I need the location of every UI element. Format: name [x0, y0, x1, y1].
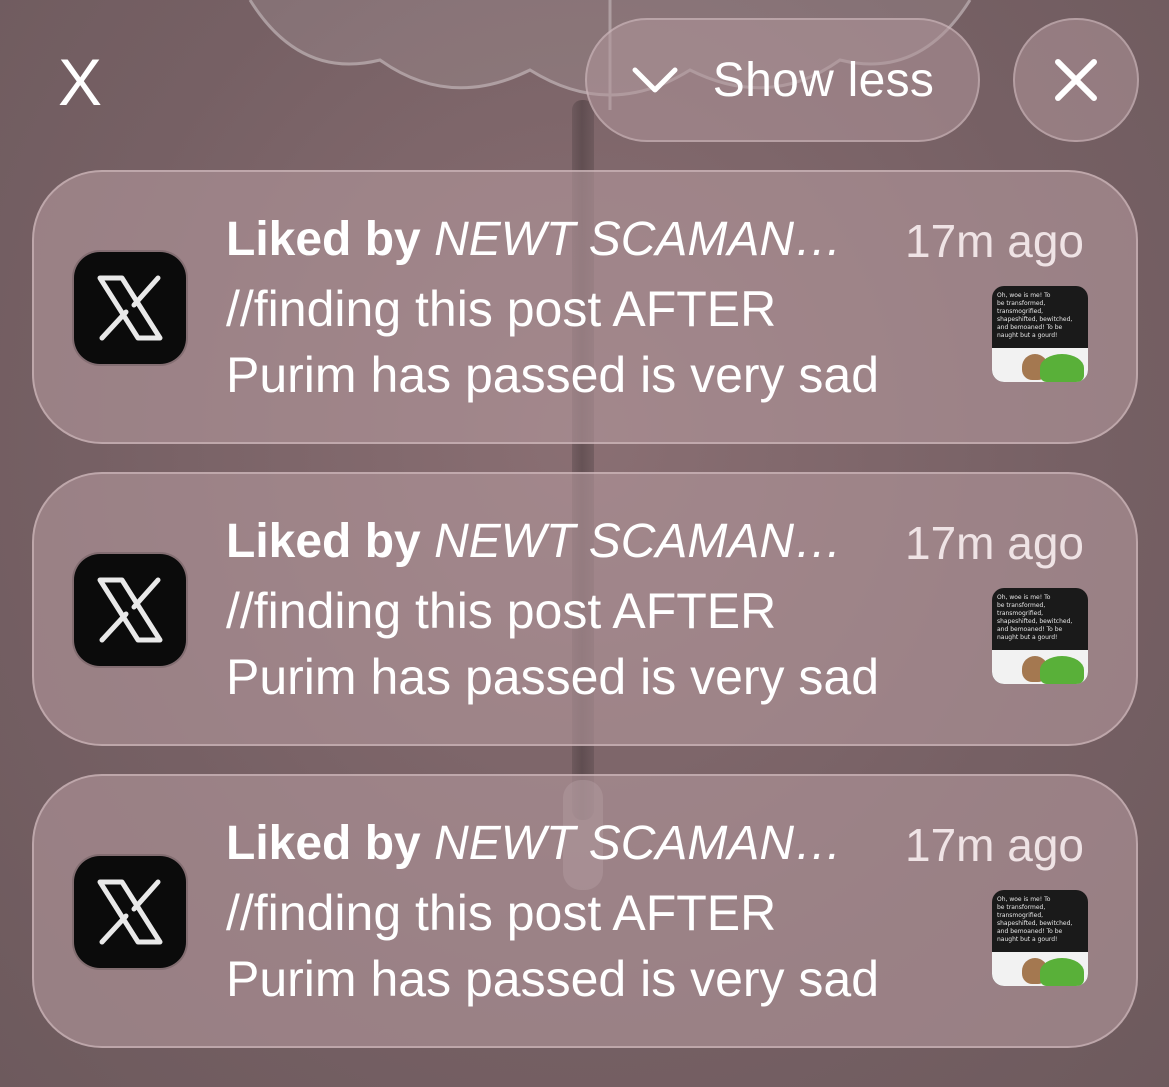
notification-body-line: Purim has passed is very sad: [226, 347, 880, 403]
close-icon: [1055, 59, 1097, 101]
notification-title: Liked by NEWT SCAMAN…: [226, 510, 886, 574]
notification-timestamp: 17m ago: [904, 517, 1084, 569]
notification-title: Liked by NEWT SCAMAN…: [226, 208, 886, 272]
x-logo-icon: [74, 856, 186, 968]
clear-notifications-button[interactable]: [1013, 18, 1139, 142]
thumbnail-text-line: transmogrified,: [997, 308, 1044, 315]
gourd-image: [1040, 958, 1084, 986]
gourd-image: [1040, 656, 1084, 684]
thumbnail-text-line: shapeshifted, bewitched,: [997, 920, 1073, 927]
thumbnail-text-line: Oh, woe is me! To: [997, 896, 1051, 903]
notification-title-name: NEWT SCAMAN…: [434, 213, 843, 266]
thumbnail-text-line: transmogrified,: [997, 610, 1044, 617]
thumbnail-text-line: transmogrified,: [997, 912, 1044, 919]
notification-card[interactable]: Liked by NEWT SCAMAN… 17m ago //finding …: [32, 170, 1138, 444]
app-group-title: X: [58, 45, 103, 119]
thumbnail-text: Oh, woe is me! To be transformed, transm…: [997, 292, 1083, 340]
post-thumbnail: Oh, woe is me! To be transformed, transm…: [992, 588, 1088, 684]
notification-title-lead: Liked by: [226, 213, 421, 266]
notification-title-lead: Liked by: [226, 515, 421, 568]
thumbnail-text-line: and bemoaned! To be: [997, 626, 1063, 633]
thumbnail-photo: [992, 952, 1088, 986]
notification-body-line: Purim has passed is very sad: [226, 649, 880, 705]
x-logo-icon: [74, 554, 186, 666]
thumbnail-text-line: and bemoaned! To be: [997, 928, 1063, 935]
thumbnail-text-line: naught but a gourd!: [997, 936, 1058, 943]
notification-card[interactable]: Liked by NEWT SCAMAN… 17m ago //finding …: [32, 774, 1138, 1048]
thumbnail-text-line: shapeshifted, bewitched,: [997, 316, 1073, 323]
notification-title: Liked by NEWT SCAMAN…: [226, 812, 886, 876]
thumbnail-text-line: naught but a gourd!: [997, 634, 1058, 641]
notification-body-line: //finding this post AFTER: [226, 281, 777, 337]
notification-title-name: NEWT SCAMAN…: [434, 817, 843, 870]
thumbnail-text-line: naught but a gourd!: [997, 332, 1058, 339]
thumbnail-text: Oh, woe is me! To be transformed, transm…: [997, 896, 1083, 944]
notification-title-lead: Liked by: [226, 817, 421, 870]
notification-body-line: Purim has passed is very sad: [226, 951, 880, 1007]
thumbnail-text-line: shapeshifted, bewitched,: [997, 618, 1073, 625]
x-logo-icon: [74, 252, 186, 364]
notification-body-line: //finding this post AFTER: [226, 583, 777, 639]
notification-timestamp: 17m ago: [904, 215, 1084, 267]
post-thumbnail: Oh, woe is me! To be transformed, transm…: [992, 890, 1088, 986]
notification-timestamp: 17m ago: [904, 819, 1084, 871]
show-less-label: Show less: [712, 53, 935, 107]
notification-card[interactable]: Liked by NEWT SCAMAN… 17m ago //finding …: [32, 472, 1138, 746]
thumbnail-photo: [992, 650, 1088, 684]
thumbnail-text-line: Oh, woe is me! To: [997, 594, 1051, 601]
chevron-down-icon: [632, 67, 678, 93]
notification-body-line: //finding this post AFTER: [226, 885, 777, 941]
post-thumbnail: Oh, woe is me! To be transformed, transm…: [992, 286, 1088, 382]
notification-body: //finding this post AFTER Purim has pass…: [226, 880, 986, 1012]
thumbnail-text-line: be transformed,: [997, 300, 1046, 307]
thumbnail-photo: [992, 348, 1088, 382]
thumbnail-text: Oh, woe is me! To be transformed, transm…: [997, 594, 1083, 642]
thumbnail-text-line: Oh, woe is me! To: [997, 292, 1051, 299]
thumbnail-text-line: be transformed,: [997, 602, 1046, 609]
notification-title-name: NEWT SCAMAN…: [434, 515, 843, 568]
gourd-image: [1040, 354, 1084, 382]
thumbnail-text-line: be transformed,: [997, 904, 1046, 911]
thumbnail-text-line: and bemoaned! To be: [997, 324, 1063, 331]
show-less-button[interactable]: Show less: [585, 18, 980, 142]
notification-body: //finding this post AFTER Purim has pass…: [226, 578, 986, 710]
notification-body: //finding this post AFTER Purim has pass…: [226, 276, 986, 408]
